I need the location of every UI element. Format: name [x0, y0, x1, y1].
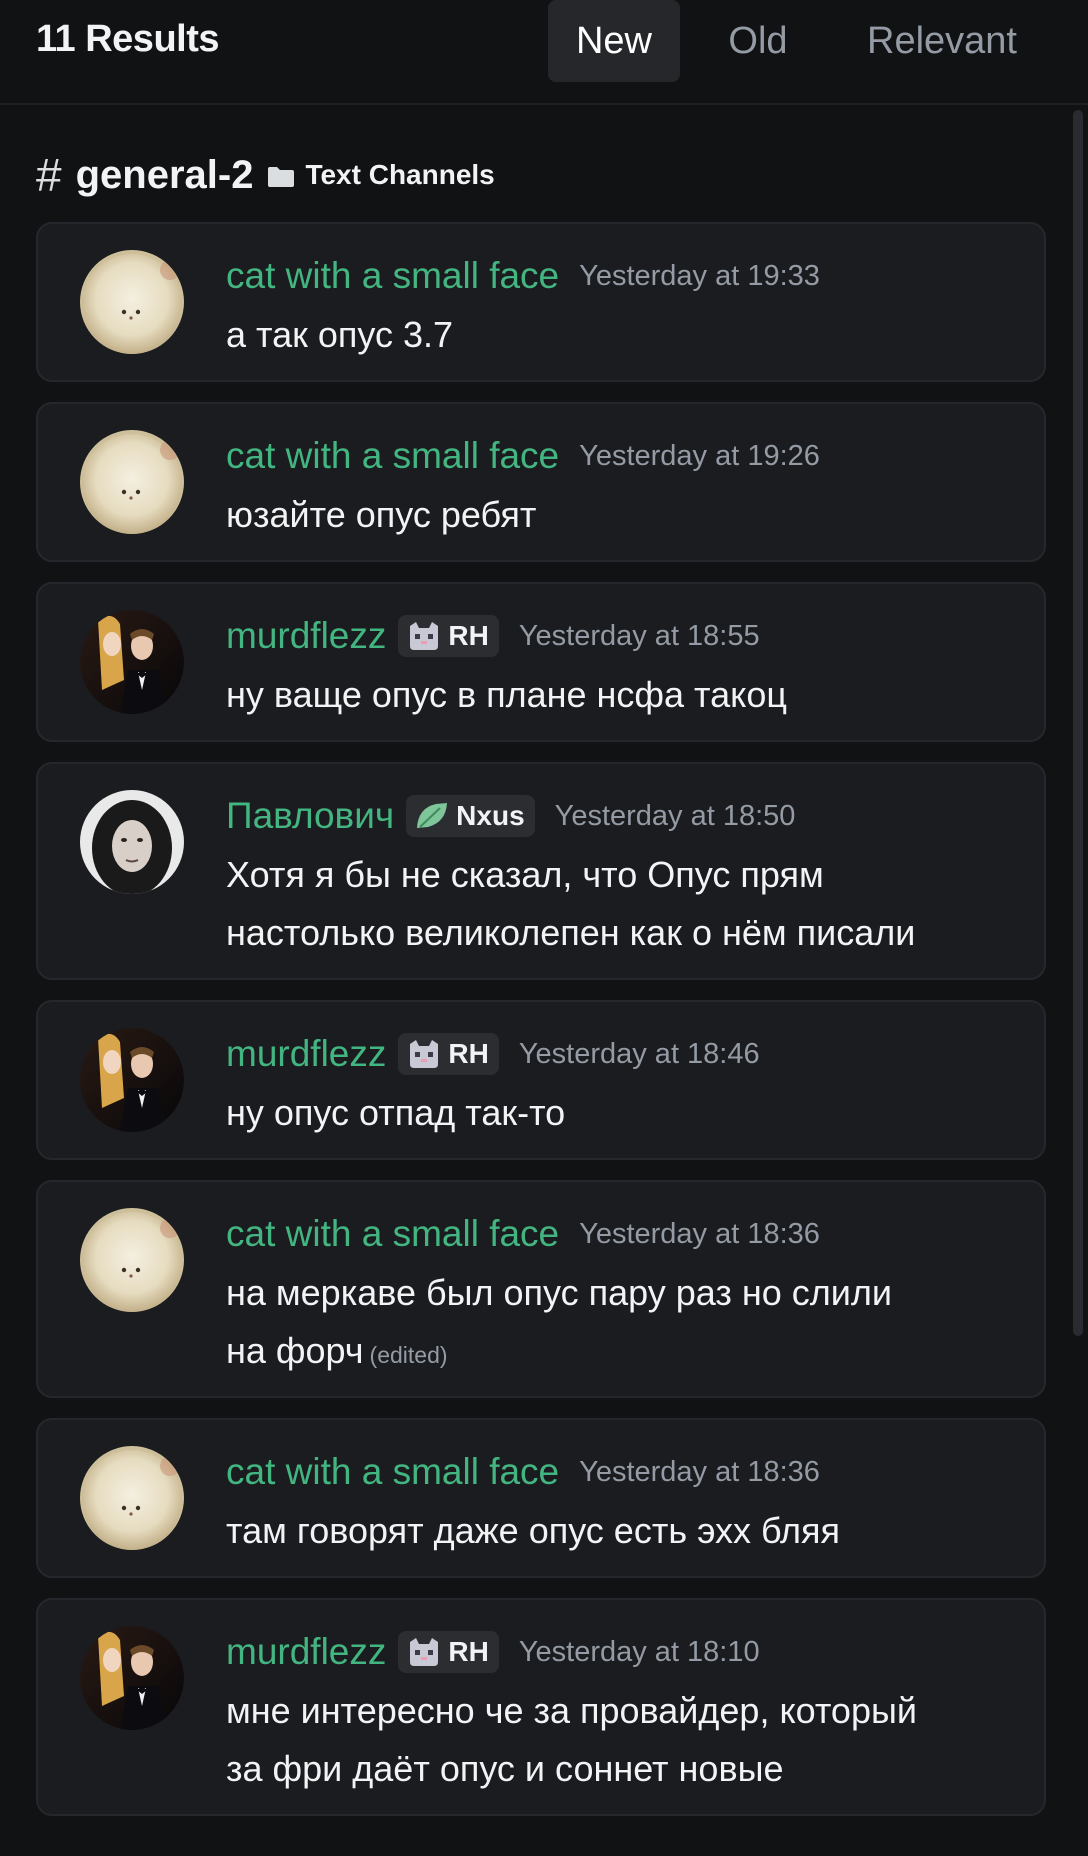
message-author[interactable]: cat with a small face — [226, 435, 559, 477]
cat-avatar[interactable] — [80, 430, 184, 534]
message-author[interactable]: cat with a small face — [226, 255, 559, 297]
message-content: Хотя я бы не сказал, что Опус прям настол… — [226, 846, 1026, 962]
results-scrollbar[interactable] — [1073, 110, 1083, 1336]
message-header: murdflezz RH Yesterday at 18:46 — [226, 1028, 760, 1080]
cat-badge-icon — [410, 1638, 439, 1666]
murdflezz-avatar[interactable] — [80, 610, 184, 714]
server-tag[interactable]: Nxus — [406, 795, 535, 837]
message-line: ну опус отпад так-то — [226, 1092, 566, 1133]
cat-avatar[interactable] — [80, 250, 184, 354]
channel-header[interactable]: # general-2 Text Channels — [36, 145, 495, 205]
server-tag-label: Nxus — [456, 800, 525, 831]
message-content: мне интересно че за провайдер, который за… — [226, 1682, 1026, 1798]
message-timestamp: Yesterday at 18:46 — [518, 1037, 760, 1070]
results-count: 11 Results — [36, 18, 220, 60]
message-line: юзайте опус ребят — [226, 494, 537, 535]
message-line: на меркаве был опус пару раз но слили — [226, 1272, 893, 1313]
server-tag-label: RH — [448, 620, 489, 651]
message-timestamp: Yesterday at 18:36 — [579, 1455, 820, 1488]
message-timestamp: Yesterday at 18:50 — [554, 799, 796, 832]
message-header: cat with a small face Yesterday at 19:33 — [226, 250, 820, 302]
cat-avatar[interactable] — [80, 1208, 184, 1312]
edited-marker: (edited) — [369, 1342, 448, 1368]
message-line: Хотя я бы не сказал, что Опус прям — [226, 854, 824, 895]
cat-badge-icon — [410, 1040, 439, 1068]
search-result-message[interactable]: murdflezz RH Yesterday at 18:46 ну опус отп… — [36, 1000, 1046, 1160]
server-tag-label: RH — [448, 1636, 489, 1667]
message-header: murdflezz RH Yesterday at 18:55 — [226, 610, 760, 662]
message-content: а так опус 3.7 — [226, 306, 1026, 364]
cat-badge-icon — [410, 622, 439, 650]
message-line: ну ваще опус в плане нсфа такоц — [226, 674, 787, 715]
message-author[interactable]: cat with a small face — [226, 1213, 559, 1255]
message-line: настолько великолепен как о нём писали — [226, 912, 916, 953]
message-author[interactable]: murdflezz — [226, 1033, 386, 1075]
message-timestamp: Yesterday at 19:26 — [579, 439, 820, 472]
server-tag[interactable]: RH — [398, 615, 499, 657]
server-tag[interactable]: RH — [398, 1631, 499, 1673]
message-timestamp: Yesterday at 18:10 — [518, 1635, 760, 1668]
message-content: там говорят даже опус есть эхх бляя — [226, 1502, 1026, 1560]
leaf-badge-icon — [417, 803, 448, 828]
channel-category: Text Channels — [305, 159, 495, 190]
server-tag-label: RH — [448, 1038, 489, 1069]
folder-icon — [268, 167, 295, 187]
message-author[interactable]: murdflezz — [226, 1631, 386, 1673]
sort-tab-relevant[interactable]: Relevant — [852, 0, 1032, 82]
message-line: а так опус 3.7 — [226, 314, 454, 355]
cat-avatar[interactable] — [80, 1446, 184, 1550]
message-author[interactable]: murdflezz — [226, 615, 386, 657]
message-timestamp: Yesterday at 19:33 — [579, 259, 820, 292]
pavlovich-avatar[interactable] — [80, 790, 184, 894]
search-result-message[interactable]: cat with a small face Yesterday at 19:26 ю… — [36, 402, 1046, 562]
server-tag[interactable]: RH — [398, 1033, 499, 1075]
message-line: там говорят даже опус есть эхх бляя — [226, 1510, 841, 1551]
message-content: юзайте опус ребят — [226, 486, 1026, 544]
murdflezz-avatar[interactable] — [80, 1028, 184, 1132]
channel-name[interactable]: general-2 — [76, 153, 254, 198]
message-content: ну ваще опус в плане нсфа такоц — [226, 666, 1026, 724]
message-timestamp: Yesterday at 18:36 — [579, 1217, 820, 1250]
search-result-message[interactable]: murdflezz RH Yesterday at 18:55 ну ваще опу… — [36, 582, 1046, 742]
message-content: на меркаве был опус пару раз но слили на … — [226, 1264, 1026, 1384]
search-results-header: 11 Results New Old Relevant — [0, 0, 1088, 105]
search-result-message[interactable]: cat with a small face Yesterday at 19:33 а… — [36, 222, 1046, 382]
channel-hash-icon: # — [36, 149, 62, 201]
search-result-message[interactable]: cat with a small face Yesterday at 18:36 н… — [36, 1180, 1046, 1398]
message-content: ну опус отпад так-то — [226, 1084, 1026, 1142]
sort-tab-new[interactable]: New — [548, 0, 680, 82]
search-result-message[interactable]: murdflezz RH Yesterday at 18:10 мне интерес… — [36, 1598, 1046, 1816]
message-line: на форч — [226, 1330, 364, 1371]
search-result-message[interactable]: Павлович Nxus Yesterday at 18:50 Хотя я бы … — [36, 762, 1046, 980]
message-line: мне интересно че за провайдер, который — [226, 1690, 917, 1731]
message-header: Павлович Nxus Yesterday at 18:50 — [226, 790, 795, 842]
message-author[interactable]: cat with a small face — [226, 1451, 559, 1493]
message-header: cat with a small face Yesterday at 18:36 — [226, 1208, 820, 1260]
sort-tab-old[interactable]: Old — [706, 0, 810, 82]
murdflezz-avatar[interactable] — [80, 1626, 184, 1730]
message-author[interactable]: Павлович — [226, 795, 394, 837]
search-result-message[interactable]: cat with a small face Yesterday at 18:36 т… — [36, 1418, 1046, 1578]
message-header: murdflezz RH Yesterday at 18:10 — [226, 1626, 760, 1678]
message-line: за фри даёт опус и соннет новые — [226, 1748, 784, 1789]
message-header: cat with a small face Yesterday at 19:26 — [226, 430, 820, 482]
message-timestamp: Yesterday at 18:55 — [518, 619, 760, 652]
message-header: cat with a small face Yesterday at 18:36 — [226, 1446, 820, 1498]
